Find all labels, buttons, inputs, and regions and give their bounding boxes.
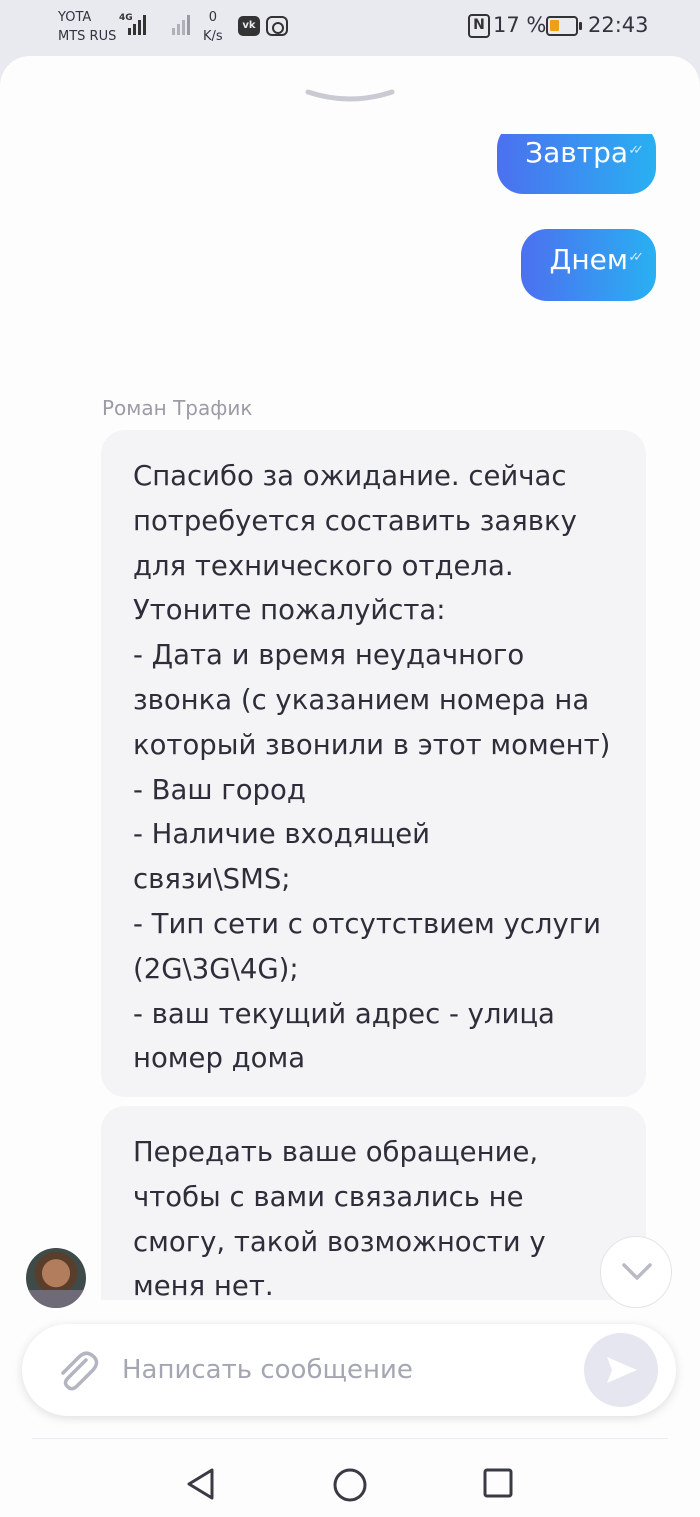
message-text: Днем: [549, 243, 628, 276]
speed-value: 0: [208, 10, 217, 25]
incoming-message[interactable]: Передать ваше обращение, чтобы с вами св…: [101, 1106, 646, 1300]
send-button[interactable]: [584, 1333, 658, 1407]
nfc-icon: N: [468, 14, 490, 38]
system-nav-bar: [0, 1452, 700, 1517]
clock: 22:43: [588, 13, 649, 37]
battery-level-fill: [550, 20, 559, 31]
message-text: Завтра: [525, 136, 628, 169]
read-checkmarks-icon: ✓✓: [628, 143, 644, 158]
sender-name: Роман Трафик: [102, 396, 253, 420]
battery-icon: [546, 16, 582, 36]
message-composer: [22, 1324, 676, 1416]
speed-unit: K/s: [203, 29, 223, 44]
message-list[interactable]: Завтра ✓✓ Днем ✓✓ Роман Трафик Спасибо з…: [0, 134, 700, 1300]
chevron-down-icon: [622, 1263, 652, 1280]
carrier-labels: YOTA MTS RUS: [58, 8, 116, 46]
read-checkmarks-icon: ✓✓: [628, 250, 644, 265]
back-icon[interactable]: [184, 1466, 218, 1502]
message-input[interactable]: [122, 1346, 562, 1394]
carrier-1: YOTA: [58, 10, 92, 25]
signal-icon: [128, 13, 146, 35]
instagram-icon: [266, 16, 288, 36]
signal-icon: [172, 13, 190, 35]
outgoing-message[interactable]: Днем ✓✓: [521, 229, 656, 301]
outgoing-message[interactable]: Завтра ✓✓: [497, 134, 656, 194]
chat-sheet: Завтра ✓✓ Днем ✓✓ Роман Трафик Спасибо з…: [0, 56, 700, 1452]
network-speed: 0 K/s: [203, 8, 223, 46]
home-icon[interactable]: [331, 1466, 369, 1504]
status-bar: YOTA MTS RUS 4G 0 K/s vk N 17 % 22:43: [0, 0, 700, 56]
attach-icon[interactable]: [52, 1346, 102, 1396]
recents-icon[interactable]: [481, 1466, 515, 1500]
scroll-down-button[interactable]: [600, 1236, 672, 1308]
vk-icon: vk: [238, 16, 260, 36]
avatar[interactable]: [26, 1248, 86, 1308]
carrier-2: MTS RUS: [58, 29, 117, 44]
incoming-message[interactable]: Спасибо за ожидание. сейчас потребуется …: [101, 430, 646, 1097]
battery-percent: 17 %: [493, 13, 547, 37]
send-icon: [607, 1357, 637, 1383]
divider: [32, 1438, 668, 1439]
chevron-down-icon[interactable]: [305, 86, 395, 106]
